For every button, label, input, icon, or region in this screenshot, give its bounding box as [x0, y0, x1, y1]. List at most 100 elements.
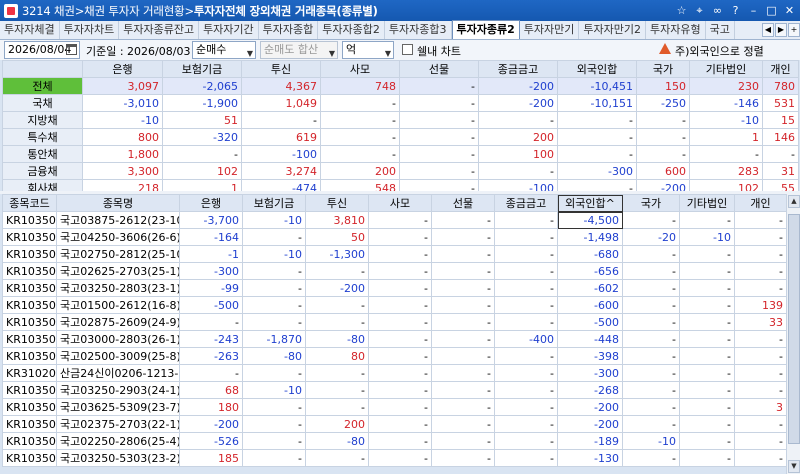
value-cell[interactable]: - [494, 449, 558, 467]
value-cell[interactable]: -146 [689, 94, 763, 112]
bond-name-cell[interactable]: 산금24신이0206-1213-2 [56, 364, 180, 382]
value-cell[interactable]: 230 [689, 77, 763, 95]
value-cell[interactable]: - [557, 145, 637, 163]
value-cell[interactable]: - [179, 364, 243, 382]
value-cell[interactable]: -20 [622, 228, 680, 246]
bond-name-cell[interactable]: 국고02625-2703(25-1) [56, 262, 180, 280]
value-cell[interactable]: 200 [320, 162, 400, 180]
value-cell[interactable]: -268 [557, 381, 623, 399]
category-cell[interactable]: 금융채 [2, 162, 83, 180]
value-cell[interactable]: - [242, 313, 306, 331]
value-cell[interactable]: 51 [162, 111, 242, 129]
value-cell[interactable]: - [557, 111, 637, 129]
bond-code-cell[interactable]: KR1035016( [2, 211, 57, 229]
value-cell[interactable]: - [494, 228, 558, 246]
tab-item[interactable]: 투자자종합 [259, 21, 319, 39]
value-cell[interactable]: - [679, 279, 735, 297]
value-cell[interactable]: 3,810 [305, 211, 369, 229]
trade-type-select[interactable]: 순매수 ▼ [192, 41, 256, 59]
value-cell[interactable]: - [242, 398, 306, 416]
summary-column-header[interactable] [2, 60, 83, 78]
value-cell[interactable]: 200 [478, 128, 558, 146]
value-cell[interactable]: - [368, 296, 432, 314]
value-cell[interactable]: - [431, 330, 495, 348]
value-cell[interactable]: -300 [557, 162, 637, 180]
tab-prev-icon[interactable]: ◀ [762, 23, 774, 37]
value-cell[interactable]: -10 [622, 432, 680, 450]
detail-column-header[interactable]: 투신 [305, 194, 369, 212]
value-cell[interactable]: -189 [557, 432, 623, 450]
bond-name-cell[interactable]: 국고01500-2612(16-8) [56, 296, 180, 314]
bond-code-cell[interactable]: KR1035016( [2, 262, 57, 280]
value-cell[interactable]: - [368, 347, 432, 365]
value-cell[interactable]: - [179, 313, 243, 331]
bond-name-cell[interactable]: 국고03250-2903(24-1) [56, 381, 180, 399]
value-cell[interactable]: -263 [179, 347, 243, 365]
value-cell[interactable]: - [431, 398, 495, 416]
value-cell[interactable]: - [320, 94, 400, 112]
value-cell[interactable]: -164 [179, 228, 243, 246]
summary-row[interactable]: 특수채 800 -320 619- -200- -1 146 [2, 128, 799, 146]
value-cell[interactable]: 283 [689, 162, 763, 180]
value-cell[interactable]: - [494, 415, 558, 433]
value-cell[interactable]: - [622, 211, 680, 229]
value-cell[interactable]: - [494, 381, 558, 399]
value-cell[interactable]: - [636, 128, 690, 146]
detail-column-header[interactable]: 개인 [734, 194, 787, 212]
summary-column-header[interactable]: 사모 [320, 60, 400, 78]
value-cell[interactable]: -1,300 [305, 245, 369, 263]
bond-name-cell[interactable]: 국고02375-2703(22-1) [56, 415, 180, 433]
category-cell[interactable]: 통안채 [2, 145, 83, 163]
value-cell[interactable]: - [242, 262, 306, 280]
value-cell[interactable]: 531 [762, 94, 799, 112]
bond-code-cell[interactable]: KR1035026( [2, 296, 57, 314]
value-cell[interactable]: - [431, 279, 495, 297]
value-cell[interactable]: - [368, 262, 432, 280]
value-cell[interactable]: 1 [689, 128, 763, 146]
value-cell[interactable]: 185 [179, 449, 243, 467]
value-cell[interactable]: - [762, 145, 799, 163]
value-cell[interactable]: -2,065 [162, 77, 242, 95]
value-cell[interactable]: - [242, 228, 306, 246]
bond-code-cell[interactable]: KR1035026( [2, 313, 57, 331]
tab-item[interactable]: 투자자종류2 [451, 20, 520, 39]
bond-name-cell[interactable]: 국고02875-2609(24-9) [56, 313, 180, 331]
value-cell[interactable]: - [494, 211, 558, 229]
value-cell[interactable]: -398 [557, 347, 623, 365]
value-cell[interactable]: - [368, 313, 432, 331]
value-cell[interactable]: - [636, 145, 690, 163]
value-cell[interactable]: - [241, 111, 321, 129]
value-cell[interactable]: -500 [557, 313, 623, 331]
bond-code-cell[interactable]: KR1035016( [2, 432, 57, 450]
favorite-icon[interactable]: ☆ [673, 2, 690, 19]
value-cell[interactable]: 748 [320, 77, 400, 95]
value-cell[interactable]: - [368, 330, 432, 348]
tab-item[interactable]: 투자자종류잔고 [119, 21, 200, 39]
value-cell[interactable]: - [679, 415, 735, 433]
value-cell[interactable]: -10,451 [557, 77, 637, 95]
value-cell[interactable]: - [679, 381, 735, 399]
value-cell[interactable]: - [368, 279, 432, 297]
value-cell[interactable]: 102 [162, 162, 242, 180]
value-cell[interactable]: - [734, 245, 787, 263]
minimize-icon[interactable]: – [745, 2, 762, 19]
value-cell[interactable]: - [679, 432, 735, 450]
value-cell[interactable]: - [494, 432, 558, 450]
table-row[interactable]: KR1035016(국고02375-2703(22-1)-200-200----… [2, 415, 787, 433]
value-cell[interactable]: -600 [557, 296, 623, 314]
value-cell[interactable]: - [734, 432, 787, 450]
value-cell[interactable]: 780 [762, 77, 799, 95]
value-cell[interactable]: -200 [557, 398, 623, 416]
value-cell[interactable]: - [431, 449, 495, 467]
tab-item[interactable]: 투자자만기 [520, 21, 580, 39]
value-cell[interactable]: - [431, 347, 495, 365]
value-cell[interactable]: -200 [478, 94, 558, 112]
value-cell[interactable]: - [242, 364, 306, 382]
category-cell[interactable]: 국채 [2, 94, 83, 112]
value-cell[interactable]: 150 [636, 77, 690, 95]
table-row[interactable]: KR1035016(국고02250-2806(25-4)-526--80----… [2, 432, 787, 450]
bond-code-cell[interactable]: KR1035026( [2, 449, 57, 467]
value-cell[interactable]: - [622, 347, 680, 365]
value-cell[interactable]: - [305, 296, 369, 314]
bond-code-cell[interactable]: KR1035026( [2, 398, 57, 416]
